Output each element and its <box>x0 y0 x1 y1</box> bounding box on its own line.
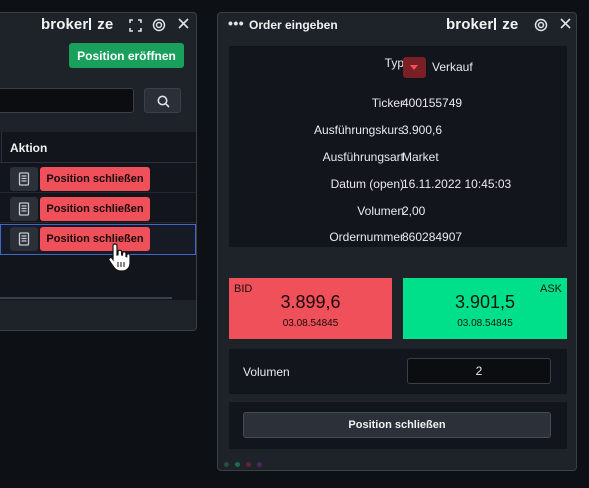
logo-text-prefix: broker <box>446 16 494 33</box>
close-position-button[interactable]: Position schließen <box>40 227 150 251</box>
value-typ: Verkauf <box>432 60 473 74</box>
document-icon <box>18 172 30 186</box>
column-divider <box>1 132 2 163</box>
target-icon[interactable] <box>152 18 166 35</box>
close-icon[interactable] <box>560 18 571 32</box>
chevron-down-icon <box>403 57 426 78</box>
ask-price: 3.901,5 <box>454 292 516 312</box>
close-position-button[interactable]: Position schließen <box>40 197 150 221</box>
status-dot <box>235 462 240 467</box>
order-window: ••• Order eingeben broker ze Typ Verkauf … <box>217 12 577 471</box>
horizontal-scrollbar[interactable] <box>0 297 172 299</box>
document-icon <box>18 202 30 216</box>
brokerize-logo: broker ze <box>446 16 518 33</box>
label-order-number: Ordernummer <box>329 230 404 244</box>
ask-quote[interactable]: ASK 3.901,5 03.08.54845 <box>403 278 567 339</box>
close-icon[interactable] <box>178 18 189 32</box>
search-icon <box>157 95 170 108</box>
logo-text-suffix: ze <box>97 16 114 33</box>
value-order-number: 860284907 <box>402 230 463 244</box>
volume-label: Volumen <box>243 365 290 379</box>
bid-quote[interactable]: BID 3.899,6 03.08.54845 <box>229 278 392 339</box>
close-position-button[interactable]: Position schließen <box>40 167 150 191</box>
value-open-date: 16.11.2022 10:45:03 <box>402 177 512 191</box>
label-execution-price: Ausführungskurs <box>313 123 404 137</box>
status-dot <box>257 462 262 467</box>
table-row[interactable]: Position schließen <box>0 164 196 193</box>
submit-panel: Position schließen <box>229 402 567 449</box>
table-row[interactable]: Position schließen <box>0 194 196 223</box>
expand-icon[interactable] <box>129 19 142 35</box>
volume-input[interactable] <box>407 358 551 384</box>
logo-text-suffix: ze <box>502 16 519 33</box>
window-header: broker ze <box>0 13 196 39</box>
table-header: Aktion <box>0 132 196 163</box>
status-dot <box>224 462 229 467</box>
bid-price: 3.899,6 <box>280 292 341 312</box>
document-icon <box>18 232 30 246</box>
value-execution-price: 3.900,6 <box>402 123 443 137</box>
value-ticker: 400155749 <box>402 96 463 110</box>
search-button[interactable] <box>144 88 181 113</box>
positions-table: Aktion Position schließen Position schli… <box>0 132 196 300</box>
logo-mark <box>89 18 96 30</box>
more-dots-icon[interactable]: ••• <box>228 15 244 31</box>
label-execution-type: Ausführungsart <box>322 150 404 164</box>
value-volume: 2,00 <box>402 204 426 218</box>
brokerize-logo: broker ze <box>41 16 113 33</box>
volume-panel: Volumen <box>229 349 567 394</box>
label-ticker: Ticker <box>371 96 404 110</box>
logo-mark <box>494 18 501 30</box>
search-input[interactable] <box>0 88 134 113</box>
document-button[interactable] <box>10 197 38 221</box>
value-execution-type: Market <box>402 150 439 164</box>
logo-text-prefix: broker <box>41 16 89 33</box>
status-dot <box>246 462 251 467</box>
open-position-button[interactable]: Position eröffnen <box>69 43 184 68</box>
target-icon[interactable] <box>534 18 548 35</box>
label-open-date: Datum (open) <box>330 177 404 191</box>
window-title: Order eingeben <box>249 18 338 32</box>
hand-pointer-cursor <box>108 242 131 277</box>
document-button[interactable] <box>10 227 38 251</box>
order-details-panel: Typ Verkauf Ticker 400155749 Ausführungs… <box>229 46 567 247</box>
submit-close-position-button[interactable]: Position schließen <box>243 412 551 438</box>
table-row-selected[interactable]: Position schließen <box>0 224 196 255</box>
positions-window: broker ze Position eröffnen Aktion Posit… <box>0 12 197 331</box>
label-volume: Volumen <box>357 204 404 218</box>
label-typ: Typ <box>384 56 404 70</box>
document-button[interactable] <box>10 167 38 191</box>
column-header-aktion: Aktion <box>10 141 48 155</box>
bid-time: 03.08.54845 <box>282 318 339 329</box>
ask-time: 03.08.54845 <box>457 318 513 329</box>
